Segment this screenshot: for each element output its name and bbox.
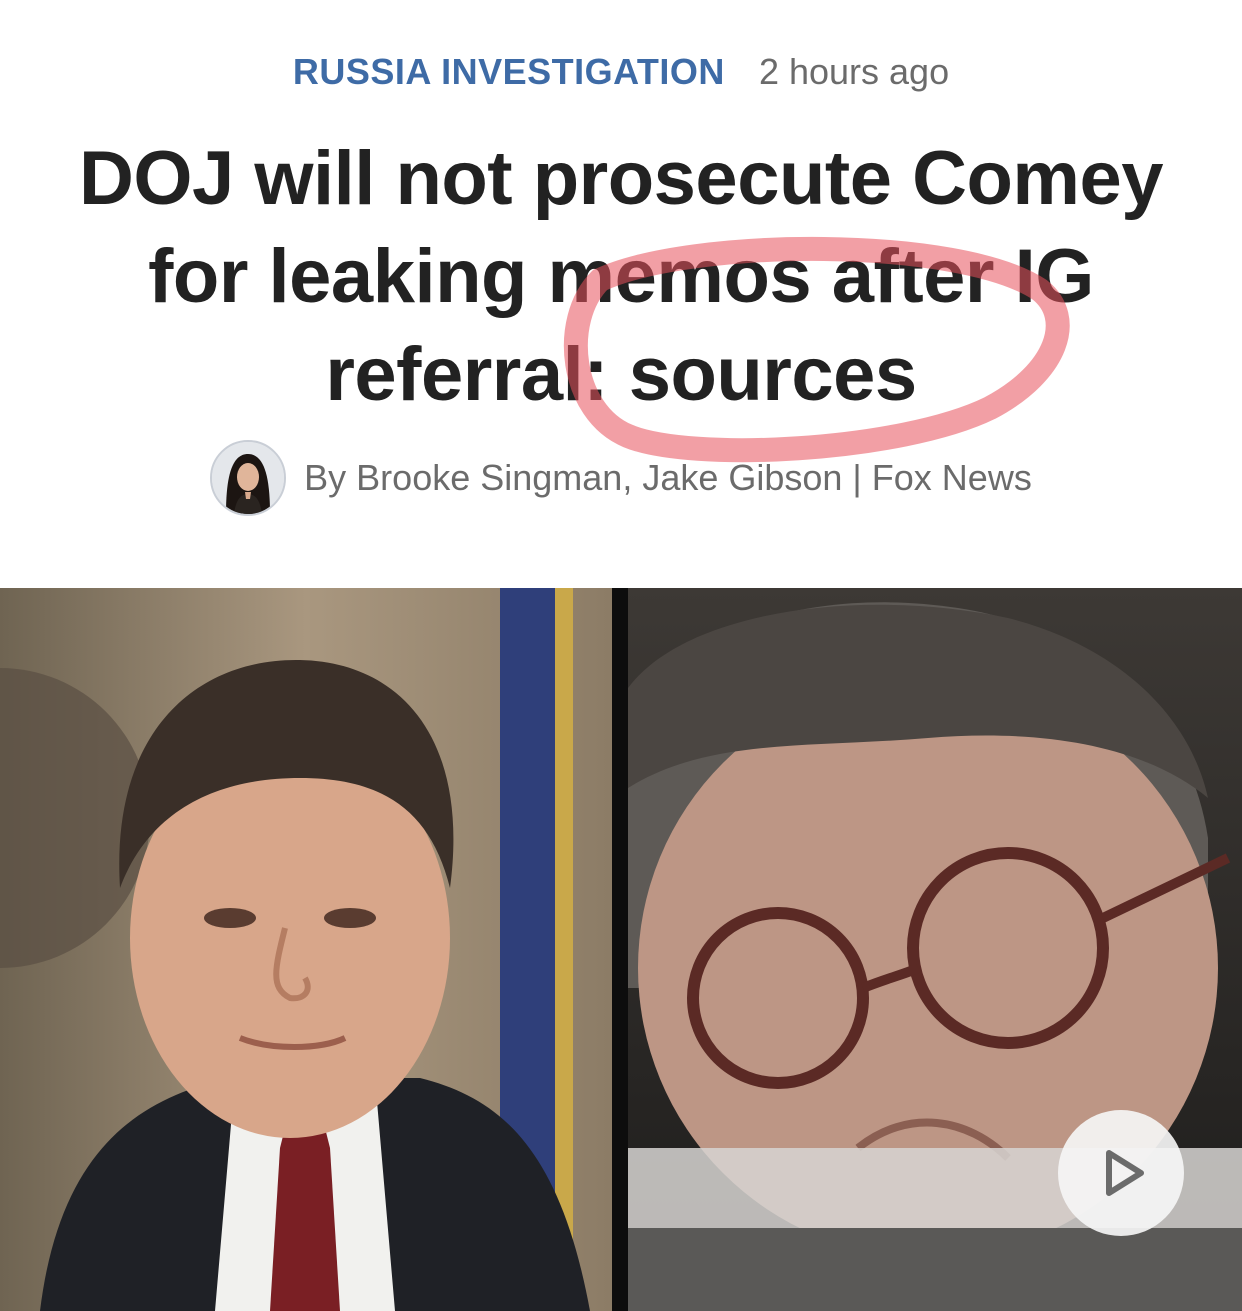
article-headline[interactable]: DOJ will not prosecute Comey for leaking… bbox=[30, 130, 1212, 424]
category-label[interactable]: RUSSIA INVESTIGATION bbox=[293, 51, 725, 92]
article-media[interactable] bbox=[0, 588, 1242, 1311]
byline-text[interactable]: By Brooke Singman, Jake Gibson | Fox New… bbox=[304, 454, 1032, 502]
timestamp: 2 hours ago bbox=[758, 51, 950, 92]
play-icon bbox=[1106, 1150, 1144, 1196]
image-divider bbox=[612, 588, 628, 1311]
article-meta: RUSSIA INVESTIGATION 2 hours ago bbox=[0, 48, 1242, 96]
byline: By Brooke Singman, Jake Gibson | Fox New… bbox=[0, 440, 1242, 516]
play-button[interactable] bbox=[1058, 1110, 1184, 1236]
author-avatar[interactable] bbox=[210, 440, 287, 516]
comey-photo bbox=[0, 588, 612, 1311]
